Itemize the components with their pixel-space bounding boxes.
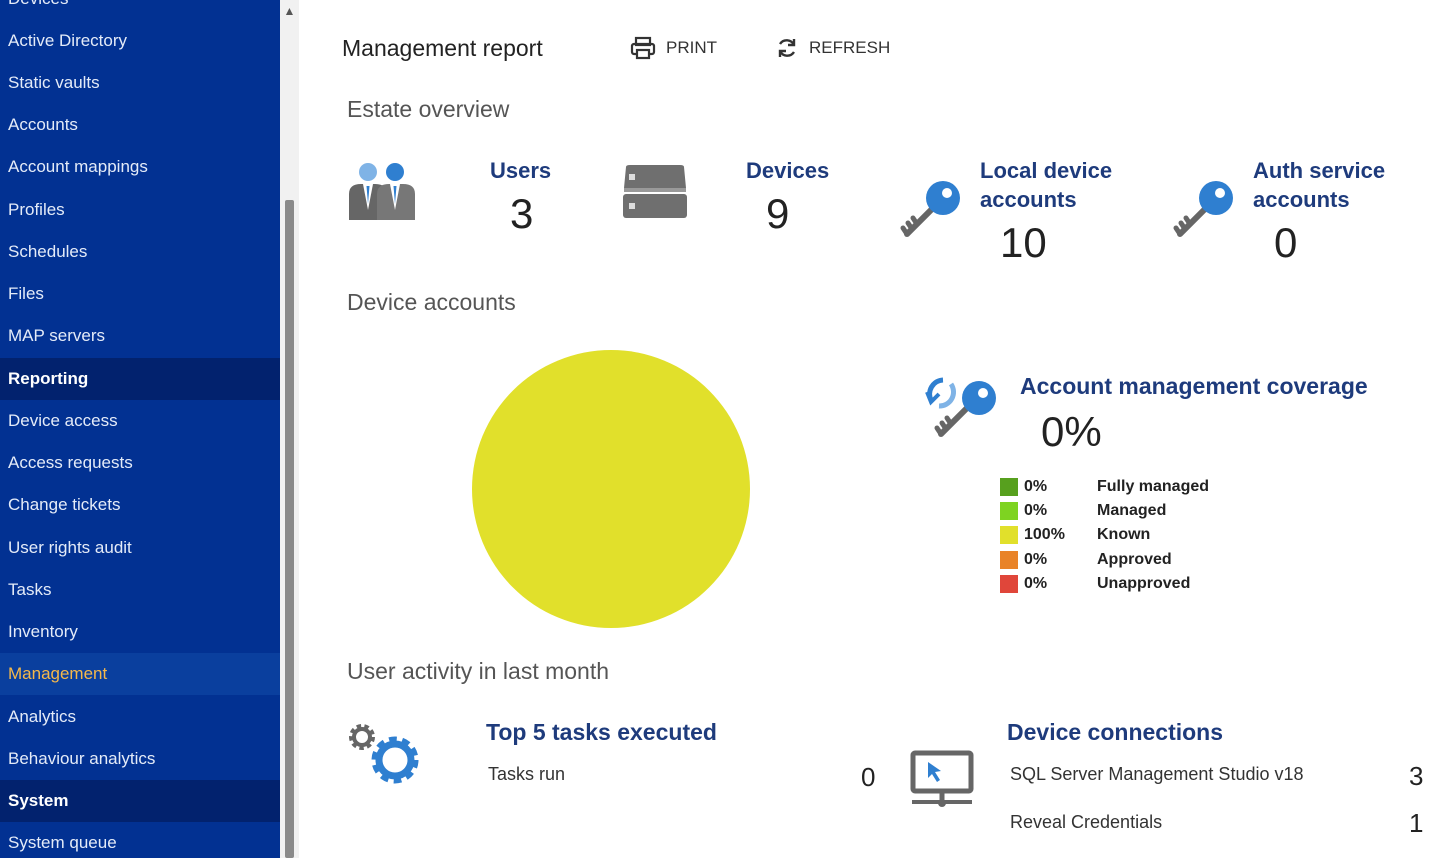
sidebar-item-inventory[interactable]: Inventory <box>0 611 280 653</box>
legend-swatch <box>1000 526 1018 544</box>
page-title: Management report <box>342 35 543 62</box>
tasks-run-label: Tasks run <box>488 764 565 785</box>
legend-row-unapproved: 0% Unapproved <box>1000 574 1190 594</box>
sidebar-item-access-requests[interactable]: Access requests <box>0 442 280 484</box>
legend-swatch <box>1000 478 1018 496</box>
sidebar-item-static-vaults[interactable]: Static vaults <box>0 62 280 104</box>
print-button[interactable]: PRINT <box>630 36 717 60</box>
coverage-value: 0% <box>1041 408 1102 456</box>
connection-row-value: 1 <box>1409 808 1423 839</box>
auth-service-accounts-label: Auth service accounts <box>1253 156 1385 214</box>
sidebar-section-reporting: Reporting <box>0 358 280 400</box>
key-icon <box>1172 178 1238 242</box>
scroll-up-arrow-icon[interactable]: ▲ <box>280 0 299 22</box>
sidebar-item-user-rights-audit[interactable]: User rights audit <box>0 527 280 569</box>
auth-service-accounts-label-line1: Auth service <box>1253 156 1385 185</box>
legend-swatch <box>1000 575 1018 593</box>
monitor-icon <box>910 750 974 810</box>
sidebar-nav: Devices Active Directory Static vaults A… <box>0 0 280 858</box>
sidebar-item-behaviour-analytics[interactable]: Behaviour analytics <box>0 738 280 780</box>
sidebar-item-profiles[interactable]: Profiles <box>0 189 280 231</box>
local-device-accounts-label-line2: accounts <box>980 185 1112 214</box>
legend-pct: 0% <box>1024 575 1097 593</box>
estate-overview-heading: Estate overview <box>347 96 509 123</box>
device-accounts-heading: Device accounts <box>347 289 516 316</box>
sidebar-item-system-queue[interactable]: System queue <box>0 822 280 858</box>
legend-row-approved: 0% Approved <box>1000 550 1172 570</box>
local-device-accounts-label-line1: Local device <box>980 156 1112 185</box>
legend-swatch <box>1000 502 1018 520</box>
legend-row-managed: 0% Managed <box>1000 501 1166 521</box>
legend-label: Approved <box>1097 551 1172 569</box>
legend-row-fully-managed: 0% Fully managed <box>1000 477 1209 497</box>
sidebar-item-analytics[interactable]: Analytics <box>0 696 280 738</box>
coverage-legend: 0% Fully managed 0% Managed 100% Known 0… <box>1000 477 1260 601</box>
devices-label: Devices <box>746 156 829 185</box>
refresh-button[interactable]: REFRESH <box>775 36 890 60</box>
legend-pct: 0% <box>1024 478 1097 496</box>
legend-swatch <box>1000 551 1018 569</box>
printer-icon <box>630 36 656 60</box>
managed-key-icon <box>921 370 1001 444</box>
refresh-icon <box>775 36 799 60</box>
sidebar-item-device-access[interactable]: Device access <box>0 400 280 442</box>
legend-label: Fully managed <box>1097 478 1209 496</box>
pie-slice-known <box>472 350 750 628</box>
auth-service-accounts-label-line2: accounts <box>1253 185 1385 214</box>
legend-label: Unapproved <box>1097 575 1190 593</box>
sidebar-item-files[interactable]: Files <box>0 273 280 315</box>
top-tasks-title: Top 5 tasks executed <box>486 719 717 746</box>
auth-service-accounts-value: 0 <box>1274 219 1297 267</box>
legend-pct: 100% <box>1024 526 1097 544</box>
coverage-title: Account management coverage <box>1020 373 1368 400</box>
print-label: PRINT <box>666 38 717 58</box>
sidebar-item-schedules[interactable]: Schedules <box>0 231 280 273</box>
connection-row-label: SQL Server Management Studio v18 <box>1010 764 1304 785</box>
sidebar-item-management[interactable]: Management <box>0 653 280 695</box>
server-icon <box>622 164 688 220</box>
sidebar-item-active-directory[interactable]: Active Directory <box>0 20 280 62</box>
users-label: Users <box>490 156 551 185</box>
sidebar-item-map-servers[interactable]: MAP servers <box>0 315 280 357</box>
device-connections-title: Device connections <box>1007 719 1223 746</box>
devices-value: 9 <box>766 190 789 238</box>
legend-label: Managed <box>1097 502 1166 520</box>
sidebar-item-devices[interactable]: Devices <box>0 0 280 20</box>
users-value: 3 <box>510 190 533 238</box>
tasks-run-value: 0 <box>861 762 875 793</box>
users-icon <box>347 160 417 222</box>
legend-pct: 0% <box>1024 502 1097 520</box>
scrollbar-thumb[interactable] <box>285 200 294 858</box>
sidebar-item-tasks[interactable]: Tasks <box>0 569 280 611</box>
main-content: Management report PRINT REFRESH Estate o… <box>299 0 1455 858</box>
refresh-label: REFRESH <box>809 38 890 58</box>
sidebar-scrollbar[interactable]: ▲ <box>280 0 299 858</box>
user-activity-heading: User activity in last month <box>347 658 609 685</box>
sidebar-item-account-mappings[interactable]: Account mappings <box>0 146 280 188</box>
sidebar-section-system: System <box>0 780 280 822</box>
sidebar-item-change-tickets[interactable]: Change tickets <box>0 484 280 526</box>
sidebar-item-accounts[interactable]: Accounts <box>0 104 280 146</box>
device-accounts-pie-chart <box>471 349 751 629</box>
legend-row-known: 100% Known <box>1000 525 1150 545</box>
legend-pct: 0% <box>1024 551 1097 569</box>
legend-label: Known <box>1097 526 1150 544</box>
connection-row-label: Reveal Credentials <box>1010 812 1162 833</box>
key-icon <box>899 178 965 242</box>
connection-row-value: 3 <box>1409 761 1423 792</box>
local-device-accounts-value: 10 <box>1000 219 1047 267</box>
local-device-accounts-label: Local device accounts <box>980 156 1112 214</box>
gears-icon <box>347 722 421 786</box>
app-root: Devices Active Directory Static vaults A… <box>0 0 1455 858</box>
